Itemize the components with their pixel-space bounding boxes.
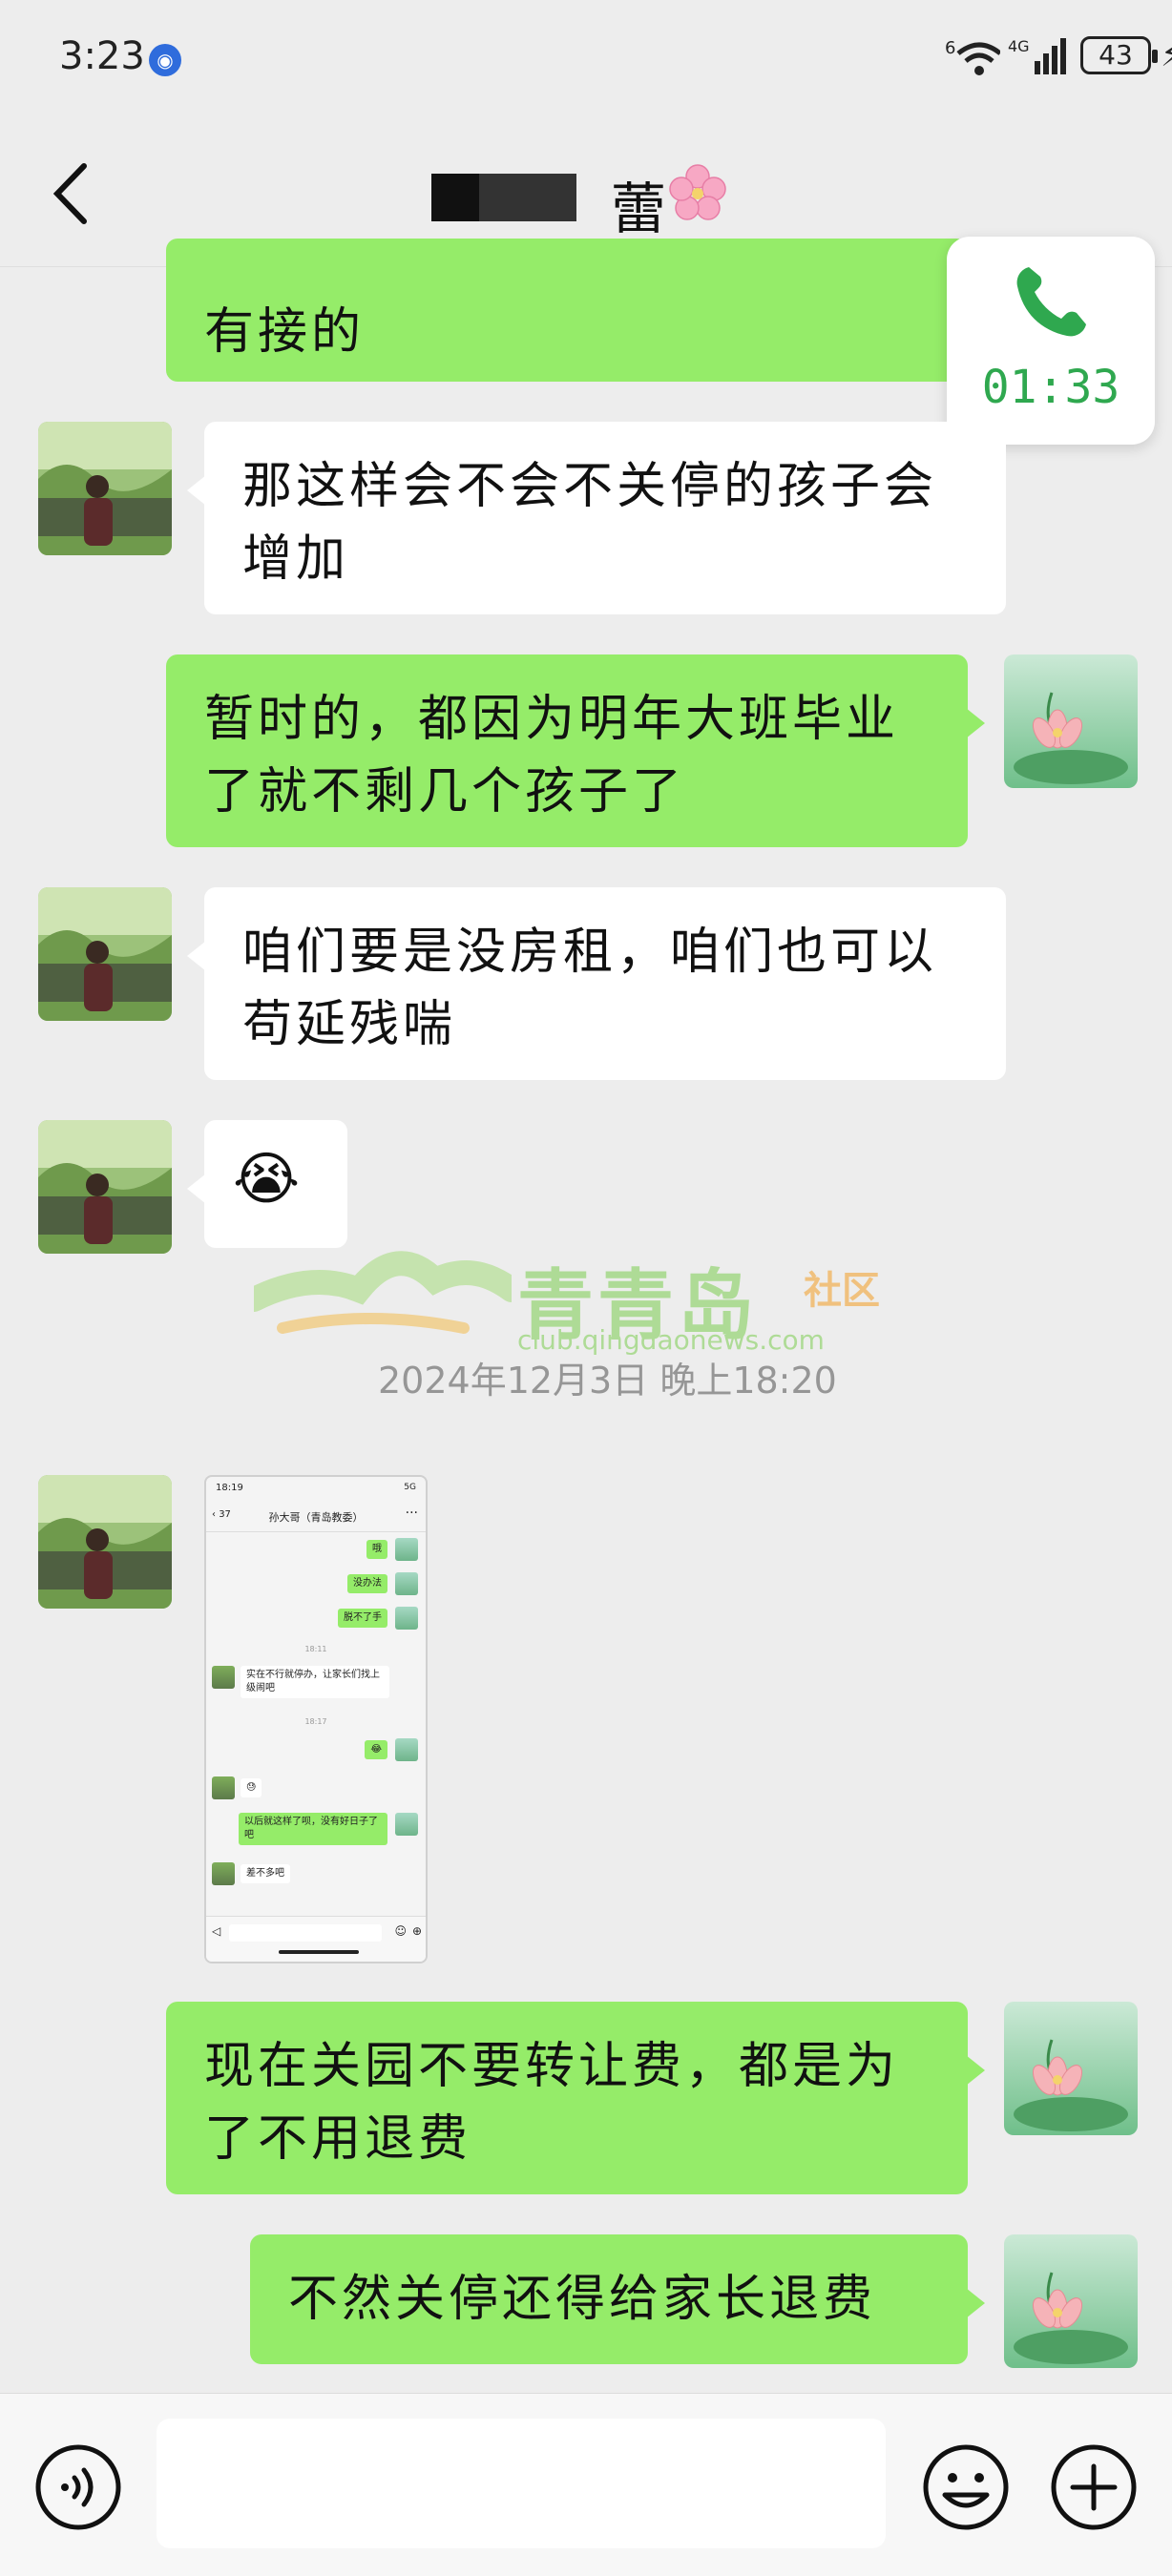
cherry-blossom-icon [669,164,726,220]
lotus-avatar-image [1004,654,1138,788]
voice-icon[interactable] [32,2441,124,2533]
signal-label: 6 [945,38,955,58]
thumb-home-indicator [279,1950,359,1954]
thumb-avatar [395,1813,418,1836]
message-text: 现在关园不要转让费，都是为了不用退费 [204,2038,900,2168]
avatar-image [38,887,172,1021]
status-time: 3:23 [59,34,145,78]
thumb-emoji-icon: ☺ [394,1924,407,1938]
message-bubble-received[interactable]: 那这样会不会不关停的孩子会增加 [187,422,1006,614]
message-bubble-sent[interactable]: 有接的 [166,239,968,382]
watermark-date: 2024年12月3日 晚上18:20 [378,1360,837,1402]
plus-icon[interactable] [1048,2441,1140,2533]
thumb-timestamp: 18:17 [304,1717,327,1726]
message-bubble-received[interactable]: 咱们要是没房租，咱们也可以苟延残喘 [187,887,1006,1080]
network-label: 4G [1008,37,1030,55]
charging-icon: ⚡ [1161,36,1172,74]
thumb-message: 差不多吧 [241,1864,290,1883]
contact-avatar[interactable] [38,1120,172,1254]
chat-input-bar [0,2393,1172,2576]
thumb-message: 脱不了手 [338,1609,387,1628]
thumb-avatar [212,1666,235,1689]
thumb-message: 没办法 [347,1574,387,1593]
lotus-avatar-image [1004,2234,1138,2368]
thumb-status-right: 5G [404,1483,416,1492]
thumb-voice-icon: ◁ [212,1924,221,1938]
call-floating-window[interactable]: 01:33 [947,237,1155,445]
notification-icon: ◉ [149,44,181,76]
message-text: 有接的 [204,303,366,361]
image-message-screenshot[interactable]: 18:19 5G ‹ 37 孙大哥（青岛教委） ··· 哦 没办法 脱不了手 1… [204,1475,428,1963]
thumb-message: 以后就这样了呗，没有好日子了吧 [239,1813,387,1845]
contact-avatar[interactable] [38,422,172,555]
wifi-icon: 6 [945,38,1000,75]
contact-avatar[interactable] [38,1475,172,1609]
thumb-message: 哦 [366,1540,387,1559]
my-avatar[interactable] [1004,2234,1138,2368]
thumb-avatar [212,1776,235,1799]
thumb-message: 实在不行就停办，让家长们找上级闹吧 [241,1666,389,1698]
message-text: 那这样会不会不关停的孩子会增加 [242,458,938,588]
battery-icon: 43 [1080,36,1158,74]
emoji-message: 😭 [233,1146,304,1213]
thumb-timestamp: 18:11 [304,1645,327,1653]
avatar-image [38,1120,172,1254]
thumb-input-field [229,1924,382,1942]
thumb-title: 孙大哥（青岛教委） [268,1511,364,1524]
status-bar: 3:23 ◉ 6 4G 43 ⚡ [0,0,1172,114]
message-text: 咱们要是没房租，咱们也可以苟延残喘 [242,924,938,1053]
my-avatar[interactable] [1004,2002,1138,2135]
message-text: 暂时的，都因为明年大班毕业了就不剩几个孩子了 [204,691,900,821]
thumb-avatar [395,1607,418,1630]
thumb-message: 😓 [241,1778,262,1797]
thumb-input-bar: ◁ ☺ ⊕ [206,1916,426,1962]
watermark-logo [254,1251,512,1334]
contact-avatar[interactable] [38,887,172,1021]
thumb-message: 😂 [365,1740,387,1759]
lotus-avatar-image [1004,2002,1138,2135]
message-bubble-sent[interactable]: 不然关停还得给家长退费 [250,2234,985,2364]
chat-title: 蕾 [611,177,667,241]
cellular-icon: 4G [1008,37,1066,74]
back-button[interactable] [46,160,103,227]
avatar-image [38,422,172,555]
watermark: 青青岛 社区 club.qingdaonews.com 2024年12月3日 晚… [254,1233,903,1402]
emoji-icon[interactable] [920,2441,1012,2533]
redacted-name-block [431,174,479,221]
chevron-left-icon [52,163,87,224]
avatar-image [38,1475,172,1609]
phone-icon [1016,267,1086,337]
thumb-status-time: 18:19 [216,1483,243,1493]
message-bubble-received[interactable]: 😭 [187,1120,347,1248]
redacted-name-block [479,174,576,221]
thumb-header: ‹ 37 孙大哥（青岛教委） ··· [206,1502,426,1532]
message-text: 不然关停还得给家长退费 [288,2271,877,2328]
message-input[interactable] [157,2419,886,2548]
thumb-avatar [395,1738,418,1761]
thumb-avatar [395,1538,418,1561]
thumb-plus-icon: ⊕ [411,1924,422,1938]
message-bubble-sent[interactable]: 暂时的，都因为明年大班毕业了就不剩几个孩子了 [166,654,985,847]
message-bubble-sent[interactable]: 现在关园不要转让费，都是为了不用退费 [166,2002,985,2194]
call-duration: 01:33 [981,361,1120,414]
thumb-avatar [395,1572,418,1595]
watermark-subtitle: 社区 [804,1269,880,1313]
more-icon: ··· [405,1506,418,1521]
thumb-avatar [212,1862,235,1885]
my-avatar[interactable] [1004,654,1138,788]
